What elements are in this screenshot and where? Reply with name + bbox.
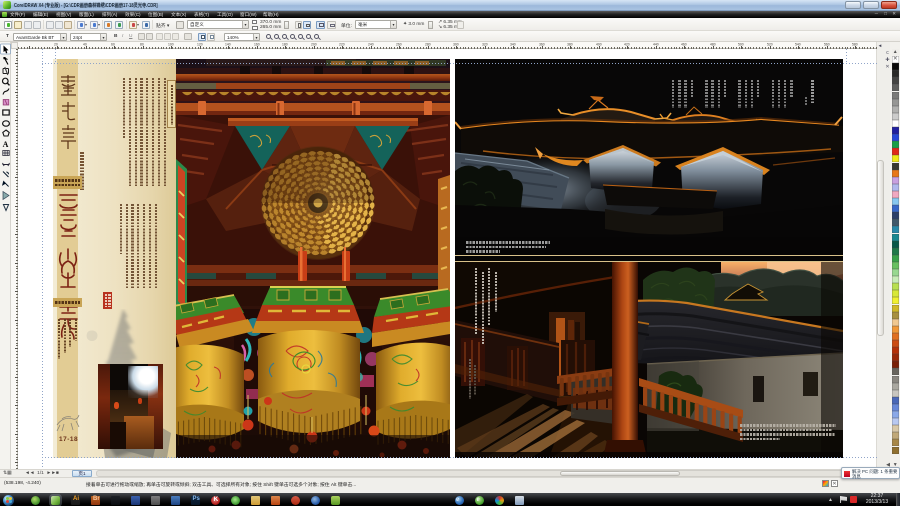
svg-text:A: A	[3, 140, 9, 149]
